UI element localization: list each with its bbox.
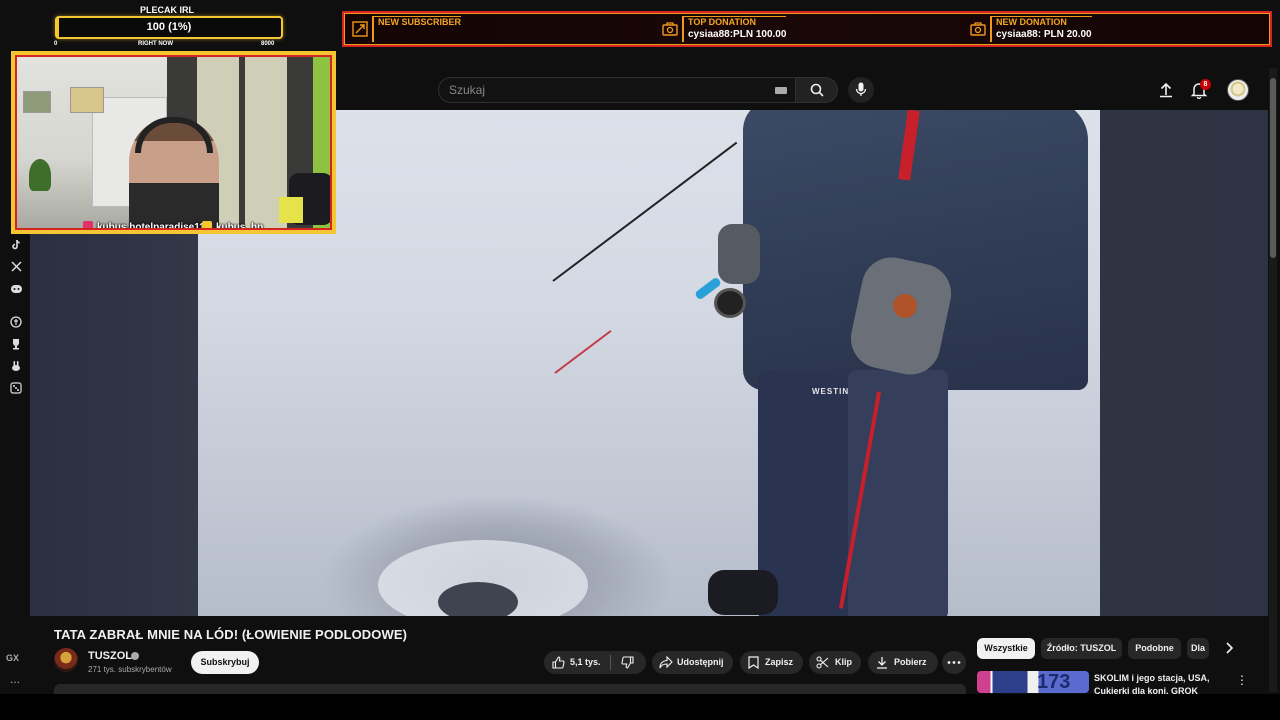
fishing-rod xyxy=(552,141,738,282)
clip-button[interactable]: Klip xyxy=(809,651,861,674)
keyboard-icon[interactable] xyxy=(775,87,787,94)
scrollbar-thumb[interactable] xyxy=(1270,78,1276,258)
glove-patch xyxy=(893,294,917,318)
search-box xyxy=(438,77,796,103)
share-icon xyxy=(659,656,673,669)
goal-min-label: 0 xyxy=(54,41,58,47)
download-label: Pobierz xyxy=(894,657,927,667)
fishing-rod-tip xyxy=(554,330,612,374)
coin-icon[interactable] xyxy=(8,316,24,332)
youtube-handle-text: kubus_hp xyxy=(216,222,264,230)
tiktok-icon[interactable] xyxy=(8,239,24,255)
thumbnail-number: 173 xyxy=(1037,671,1071,693)
donation-icon xyxy=(970,22,986,36)
verified-icon xyxy=(131,652,139,660)
alert-box: NEW SUBSCRIBER xyxy=(372,16,462,42)
account-avatar[interactable] xyxy=(1227,79,1249,101)
dislike-icon[interactable] xyxy=(621,656,634,669)
donation-icon xyxy=(662,22,678,36)
search-icon xyxy=(810,83,824,97)
rabbit-icon[interactable] xyxy=(8,360,24,376)
channel-name[interactable]: TUSZOL xyxy=(88,650,132,662)
voice-search-button[interactable] xyxy=(848,77,874,103)
more-horizontal-icon xyxy=(947,661,961,664)
alert-top-donation: TOP DONATION cysiaa88:PLN 100.00 xyxy=(662,13,962,45)
cam-picture xyxy=(70,87,104,113)
like-count[interactable]: 5,1 tys. xyxy=(570,651,601,674)
youtube-handle: kubus_hp xyxy=(202,221,264,230)
instagram-handle-text: kubus.hotelparadise11 xyxy=(97,222,205,230)
alert-new-subscriber: NEW SUBSCRIBER xyxy=(352,13,652,45)
bottom-edge xyxy=(0,694,1280,720)
bookmark-icon xyxy=(748,656,759,669)
cam-yellow-box xyxy=(279,197,303,223)
clothing-brand-label: WESTIN xyxy=(812,387,850,396)
youtube-icon xyxy=(202,221,212,228)
save-button[interactable]: Zapisz xyxy=(740,651,803,674)
recommendation-menu-icon[interactable]: ⋮ xyxy=(1236,673,1248,687)
alert-label: NEW DONATION xyxy=(996,17,1067,27)
alert-label: NEW SUBSCRIBER xyxy=(378,17,462,27)
alert-value: cysiaa88:PLN 100.00 xyxy=(688,29,787,40)
dice-icon[interactable] xyxy=(8,382,24,398)
webcam-frame: kubus.hotelparadise11 kubus_hp xyxy=(11,51,336,234)
more-actions-button[interactable] xyxy=(942,651,966,674)
rail-more-icon[interactable]: ... xyxy=(10,672,20,686)
microphone-icon xyxy=(855,82,867,96)
instagram-icon xyxy=(83,221,93,228)
alert-new-donation: NEW DONATION cysiaa88: PLN 20.00 xyxy=(970,13,1270,45)
goal-progress-bar: 100 (1%) xyxy=(55,16,283,39)
goal-max-label: 8000 xyxy=(261,41,275,47)
subscribe-button[interactable]: Subskrybuj xyxy=(191,651,259,674)
chip-related[interactable]: Podobne xyxy=(1128,638,1181,659)
recommendation-thumbnail[interactable]: 173 xyxy=(977,671,1089,693)
cam-picture xyxy=(23,91,51,113)
scissors-icon xyxy=(816,656,829,669)
x-icon[interactable] xyxy=(8,261,24,277)
search-input[interactable] xyxy=(449,78,749,102)
trophy-icon[interactable] xyxy=(8,338,24,354)
video-title: TATA ZABRAŁ MNIE NA LÓD! (ŁOWIENIE PODLO… xyxy=(54,627,408,642)
goal-title: PLECAK IRL xyxy=(140,5,194,15)
download-icon xyxy=(877,657,887,669)
channel-avatar[interactable] xyxy=(54,648,78,672)
alert-bar: NEW SUBSCRIBER TOP DONATION cysiaa88:PLN… xyxy=(342,11,1272,47)
chip-for-you[interactable]: Dla xyxy=(1187,638,1209,659)
ice-hole xyxy=(438,582,518,616)
goal-mid-label: RIGHT NOW xyxy=(138,41,173,47)
description-box[interactable] xyxy=(54,684,966,694)
goal-value: 100 (1%) xyxy=(146,21,192,33)
like-icon[interactable] xyxy=(552,656,565,669)
download-button[interactable]: Pobierz xyxy=(868,651,938,674)
chip-source-tuszol[interactable]: Źródło: TUSZOL xyxy=(1041,638,1122,659)
clip-label: Klip xyxy=(835,657,852,667)
alert-box: NEW DONATION cysiaa88: PLN 20.00 xyxy=(990,16,1092,42)
chip-all[interactable]: Wszystkie xyxy=(977,638,1035,659)
screen: GX ... 8 WESTIN xyxy=(0,0,1280,720)
upload-icon[interactable] xyxy=(1157,81,1175,99)
browser-gx-label[interactable]: GX xyxy=(6,653,19,663)
alert-value: cysiaa88: PLN 20.00 xyxy=(996,29,1092,40)
alert-label: TOP DONATION xyxy=(688,17,757,27)
like-divider xyxy=(610,655,611,670)
like-dislike-group: 5,1 tys. xyxy=(544,651,646,674)
alert-box: TOP DONATION cysiaa88:PLN 100.00 xyxy=(682,16,787,42)
subscriber-icon xyxy=(352,21,368,37)
chevron-right-icon[interactable] xyxy=(1222,641,1236,655)
channel-subscriber-count: 271 tys. subskrybentów xyxy=(88,665,172,674)
glove-left xyxy=(718,224,760,284)
share-label: Udostępnij xyxy=(677,657,724,667)
fishing-reel xyxy=(714,288,746,318)
cam-plant xyxy=(29,159,51,191)
webcam-feed: kubus.hotelparadise11 kubus_hp xyxy=(15,55,332,230)
discord-icon[interactable] xyxy=(8,283,24,299)
share-button[interactable]: Udostępnij xyxy=(652,651,733,674)
instagram-handle: kubus.hotelparadise11 xyxy=(83,221,205,230)
search-button[interactable] xyxy=(796,77,838,103)
save-label: Zapisz xyxy=(765,657,794,667)
boot xyxy=(708,570,778,615)
page-scrollbar[interactable] xyxy=(1269,68,1277,692)
notification-count-badge: 8 xyxy=(1200,79,1211,90)
